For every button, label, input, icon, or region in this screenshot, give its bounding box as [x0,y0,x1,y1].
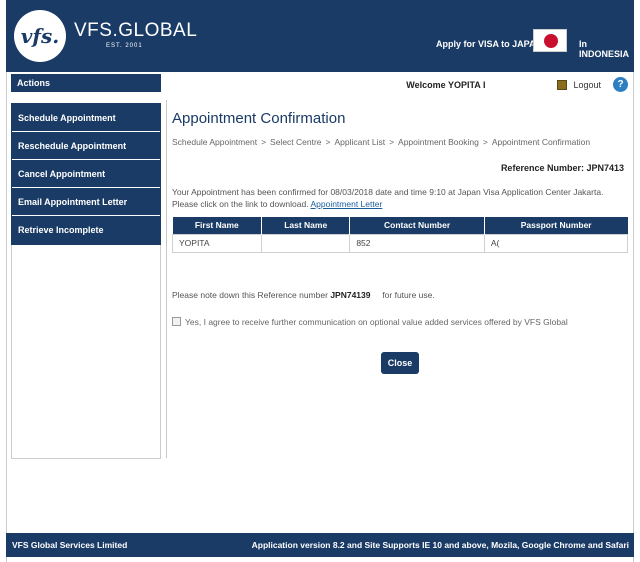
user-bar: Welcome YOPITA I Logout ? [406,77,628,92]
consent-label: Yes, I agree to receive further communic… [185,316,568,327]
close-button[interactable]: Close [380,351,420,374]
breadcrumb-item: Select Centre [270,137,322,147]
col-first-name: First Name [172,217,263,234]
schedule-appointment-item[interactable]: Schedule Appointment [12,104,160,132]
footer: VFS Global Services Limited Application … [6,533,634,557]
page-title: Appointment Confirmation [172,110,346,127]
applicant-table: First Name Last Name Contact Number Pass… [171,217,629,253]
breadcrumb-item: Appointment Confirmation [491,137,591,147]
vfs-logo[interactable]: vfs. [14,10,66,62]
col-last-name: Last Name [261,217,351,234]
brand-established: EST. 2001 [106,43,143,49]
help-icon[interactable]: ? [613,77,628,92]
reference-note: Please note down this Reference number J… [172,289,435,300]
confirmation-message: Your Appointment has been confirmed for … [172,187,604,209]
redacted-name [491,79,552,90]
action-menu: Schedule Appointment Reschedule Appointm… [11,103,161,263]
japan-flag-icon [533,29,567,52]
reschedule-appointment-item[interactable]: Reschedule Appointment [12,132,160,160]
last-name-cell [261,233,351,253]
sidebar: Actions Schedule Appointment Reschedule … [11,74,161,459]
table-row: YOPITA 852 A( [171,233,629,253]
cancel-appointment-item[interactable]: Cancel Appointment [12,160,160,188]
contact-number-cell: 852 [349,233,485,253]
breadcrumb-item: Schedule Appointment [172,137,258,147]
content-divider [166,100,167,458]
welcome-text: Welcome YOPITA I [406,79,486,90]
passport-number-cell: A( [483,233,629,253]
first-name-cell: YOPITA [171,233,263,253]
retrieve-incomplete-appointments-item[interactable]: Retrieve Incomplete Appointments [12,216,160,263]
appointment-letter-link[interactable]: Appointment Letter [310,199,382,209]
apply-visa-text: Apply for VISA to JAPAN [436,39,543,49]
col-passport-number: Passport Number [484,217,628,234]
main-content: Appointment Confirmation Schedule Appoin… [171,110,629,374]
email-appointment-letter-item[interactable]: Email Appointment Letter [12,188,160,216]
breadcrumb-item: Appointment Booking [398,137,479,147]
logout-icon[interactable] [557,79,568,90]
breadcrumb-item: Applicant List [334,137,386,147]
consent-row: Yes, I agree to receive further communic… [172,317,628,327]
footer-company: VFS Global Services Limited [12,540,128,550]
col-contact-number: Contact Number [349,217,485,234]
country-text: In INDONESIA [579,39,630,59]
footer-version: Application version 8.2 and Site Support… [251,540,629,550]
actions-title: Actions [11,74,161,92]
reference-number: Reference Number: JPN7413 [500,163,624,173]
logout-link[interactable]: Logout [573,80,601,90]
consent-checkbox[interactable] [172,317,181,326]
brand-name: VFS.GLOBAL [74,20,198,41]
sidebar-panel [11,245,161,459]
breadcrumb: Schedule Appointment > Select Centre > Appli… [172,137,591,147]
header: vfs. VFS.GLOBAL EST. 2001 Apply for VISA… [6,0,634,72]
